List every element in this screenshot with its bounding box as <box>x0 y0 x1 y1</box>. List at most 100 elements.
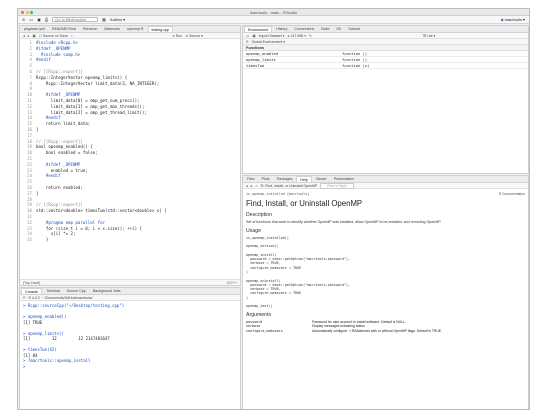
environment-tab-bar: Environment History Connections Build Git Tut… <box>243 26 528 33</box>
usage-code: is_openmp_installed() openmp_version() o… <box>246 235 351 309</box>
source-pane: pkgdown.yml README.Rmd Renviron Makevars ope… <box>19 25 241 286</box>
r-language-icon: R <box>23 295 26 300</box>
addins-label: Addins <box>109 17 123 22</box>
object-name: openmp_limits <box>246 57 276 62</box>
print-icon[interactable]: ⎙ <box>45 17 48 22</box>
search-icon[interactable]: ⌕ <box>71 34 73 38</box>
editor-tab-testing-cpp[interactable]: testing.cpp <box>147 26 173 32</box>
forward-arrow-icon[interactable]: ▸ <box>251 184 253 188</box>
import-dataset-button[interactable]: Import Dataset ▾ <box>259 34 285 38</box>
minimize-window-button[interactable] <box>25 11 29 14</box>
open-file-icon[interactable]: ▭ <box>29 17 33 22</box>
save-icon[interactable]: ▣ <box>37 17 41 22</box>
arguments-table: password Password for user account to ins… <box>243 320 528 334</box>
object-name: openmp_enabled <box>246 51 279 56</box>
environment-tab-history[interactable]: History <box>273 26 290 32</box>
addins-menu[interactable]: Addins ▾ <box>110 17 125 22</box>
window-title: macrtools - main - RStudio <box>249 10 298 15</box>
help-tab-viewer[interactable]: Viewer <box>313 176 330 182</box>
help-tab-help[interactable]: Help <box>296 176 312 182</box>
editor-tab-readme-rmd[interactable]: README.Rmd <box>49 26 79 32</box>
source-on-save-checkbox[interactable]: ☐ Source on Save <box>39 34 68 38</box>
project-cube-icon: ◆ <box>500 17 504 22</box>
home-icon[interactable]: ⌂ <box>256 184 258 188</box>
object-value: function () <box>342 57 368 62</box>
help-tab-packages[interactable]: Packages <box>274 176 296 182</box>
console-tab-bar: Console Terminal Source Cpp Background Jobs <box>20 288 240 295</box>
code-line: 35 } <box>20 237 240 243</box>
editor-tab-pkgdown-yml[interactable]: pkgdown.yml <box>21 26 48 32</box>
help-header: is_openmp_installed {macrtools} R Docume… <box>246 192 525 196</box>
forward-arrow-icon[interactable]: ▸ <box>28 34 30 38</box>
back-arrow-icon[interactable]: ◂ <box>246 184 248 188</box>
code-editor[interactable]: 1 #include <Rcpp.h> 2 #ifdef _OPENMP 3 #incl… <box>20 40 240 279</box>
title-bar: macrtools - main - RStudio <box>18 9 529 16</box>
back-arrow-icon[interactable]: ◂ <box>23 34 25 38</box>
working-directory[interactable]: R 4.2.2 · ~/Documents/GitHub/macrtools/ <box>29 296 93 300</box>
help-page-id: is_openmp_installed {macrtools} <box>246 192 310 196</box>
memory-usage[interactable]: ● 137 MiB ▾ <box>287 34 306 38</box>
source-button[interactable]: ➜ Source ▾ <box>185 34 203 38</box>
file-type-indicator[interactable]: C/C++ <box>227 281 237 285</box>
editor-tab-openmp-r[interactable]: openmp.R <box>124 26 147 32</box>
editor-tab-makevars[interactable]: Makevars <box>101 26 123 32</box>
list-view-button[interactable]: ☰ List ▾ <box>423 34 435 38</box>
help-pane: Files Plots Packages Help Viewer Presentation… <box>242 175 529 409</box>
object-value: function (x) <box>342 63 370 68</box>
editor-toolbar: ◂ ▸ ▣ ☐ Source on Save ⌕ ➜ Run ➜ Source … <box>20 33 240 39</box>
console-pane: Console Terminal Source Cpp Background Jobs… <box>19 287 241 409</box>
new-file-icon[interactable]: ⊕ <box>22 17 25 22</box>
console-tab-terminal[interactable]: Terminal <box>43 288 63 294</box>
global-environment-select[interactable]: Global Environment ▾ <box>252 40 285 44</box>
help-tab-presentation[interactable]: Presentation <box>331 176 357 182</box>
editor-tab-bar: pkgdown.yml README.Rmd Renviron Makevars ope… <box>20 26 240 33</box>
environment-tab-build[interactable]: Build <box>318 26 332 32</box>
argument-name: configure_makevars <box>246 329 283 334</box>
console-tab-console[interactable]: Console <box>21 288 43 294</box>
rstudio-window: macrtools - main - RStudio ⊕ ▭ ▣ ⎙ Go to… <box>17 8 530 410</box>
main-toolbar: ⊕ ▭ ▣ ⎙ Go to file/function ▦ Addins ▾ ◆… <box>18 16 529 24</box>
code-text: } <box>36 237 49 243</box>
save-icon[interactable]: ▣ <box>33 34 36 38</box>
console-tab-background-jobs[interactable]: Background Jobs <box>90 288 124 294</box>
environment-pane: Environment History Connections Build Git Tut… <box>242 25 529 174</box>
chevron-down-icon: ▾ <box>522 17 525 22</box>
broom-icon[interactable]: ✎ <box>309 34 312 38</box>
environment-tab-git[interactable]: Git <box>333 26 344 32</box>
environment-row[interactable]: timesTwo function (x) <box>243 63 528 69</box>
help-content: is_openmp_installed {macrtools} R Docume… <box>243 190 528 409</box>
find-in-topic-input[interactable]: Find in Topic <box>320 182 354 189</box>
project-name: macrtools <box>504 17 522 22</box>
grid-icon[interactable]: ▦ <box>102 17 106 22</box>
usage-heading: Usage <box>246 227 261 234</box>
open-icon[interactable]: ▭ <box>246 34 249 38</box>
close-window-button[interactable] <box>21 11 24 14</box>
run-button[interactable]: ➜ Run <box>172 34 182 38</box>
project-menu[interactable]: ◆ macrtools ▾ <box>501 17 525 22</box>
console-output[interactable]: > Rcpp::sourceCpp("~/Desktop/testing.cpp… <box>20 303 240 409</box>
editor-tab-renviron[interactable]: Renviron <box>80 26 100 32</box>
environment-tab-connections[interactable]: Connections <box>291 26 317 32</box>
console-path-bar: R R 4.2.2 · ~/Documents/GitHub/macrtools… <box>20 295 240 301</box>
line-number: 35 <box>27 237 32 243</box>
save-icon[interactable]: ▣ <box>252 34 255 38</box>
help-tab-files[interactable]: Files <box>244 176 258 182</box>
arguments-heading: Arguments <box>246 311 272 318</box>
maximize-window-button[interactable] <box>30 11 33 14</box>
help-tab-bar: Files Plots Packages Help Viewer Presentation <box>243 176 528 183</box>
help-toolbar: ◂ ▸ ⌂ R: Find, Install, or Uninstall Ope… <box>243 182 528 189</box>
help-tab-plots[interactable]: Plots <box>259 176 273 182</box>
description-heading: Description <box>246 212 272 218</box>
goto-file-input[interactable]: Go to file/function <box>52 17 99 22</box>
environment-tab-environment[interactable]: Environment <box>244 26 273 32</box>
object-value: function () <box>342 51 368 56</box>
environment-list: openmp_enabled function () openmp_limits fu… <box>243 51 528 69</box>
help-topic-title: R: Find, Install, or Uninstall OpenMP <box>260 183 318 188</box>
argument-row: configure_makevars Automatically configur… <box>246 329 525 334</box>
scope-indicator[interactable]: (Top Level) <box>23 281 40 285</box>
console-tab-source-cpp[interactable]: Source Cpp <box>64 288 89 294</box>
environment-tab-tutorial[interactable]: Tutorial <box>345 26 363 32</box>
argument-desc: Automatically configure ~/.R/Makevars wi… <box>312 329 442 334</box>
editor-status-bar: (Top Level) C/C++ <box>20 279 240 285</box>
window-controls <box>21 11 33 14</box>
